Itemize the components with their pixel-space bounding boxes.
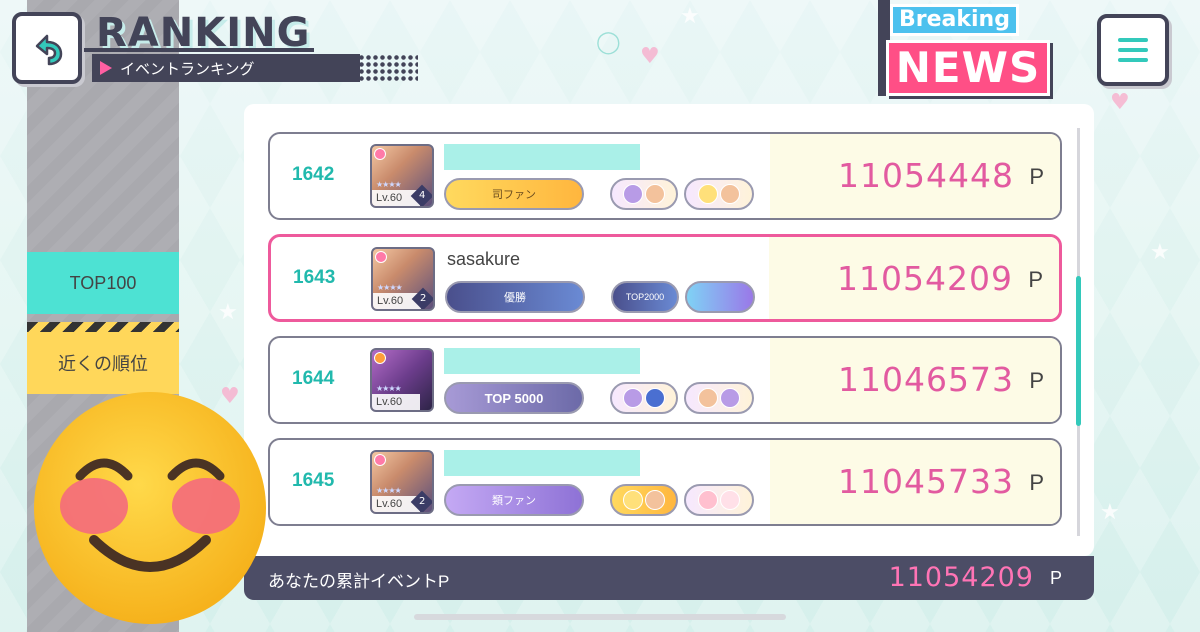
- ranking-row[interactable]: 1644 ★★★★ Lv.60 TOP 5000 11046573 P: [268, 336, 1062, 424]
- rank-number: 1644: [292, 368, 335, 389]
- star-decoration: ★: [680, 4, 700, 29]
- avatar[interactable]: ★★★★ Lv.60 2: [370, 450, 434, 514]
- heart-badge-icon: [374, 352, 386, 364]
- honor-title: TOP 5000: [444, 382, 584, 414]
- tab-nearby-rank[interactable]: 近くの順位: [27, 322, 179, 394]
- player-name-redacted: [444, 348, 640, 374]
- tab-top100[interactable]: TOP100: [27, 252, 179, 314]
- circle-decoration: ◯: [596, 30, 621, 55]
- event-points: 11045733: [838, 462, 1014, 501]
- scrollbar-thumb[interactable]: [1076, 276, 1081, 426]
- player-name-redacted: [444, 144, 640, 170]
- star-decoration: ★: [1100, 500, 1120, 525]
- rarity-stars-icon: ★★★★: [376, 180, 402, 189]
- heart-decoration: ♥: [1110, 90, 1130, 115]
- news-label: NEWS: [886, 40, 1050, 96]
- player-level: Lv.60: [372, 394, 420, 410]
- honor-sub-title: [610, 484, 678, 516]
- rarity-stars-icon: ★★★★: [376, 384, 402, 393]
- ranking-row[interactable]: 1645 ★★★★ Lv.60 2 類ファン 11045733 P: [268, 438, 1062, 526]
- dot-pattern: [358, 54, 418, 82]
- honor-sub-title: [685, 281, 755, 313]
- event-points: 11054448: [838, 156, 1014, 195]
- page-subtitle: イベントランキング: [120, 60, 255, 78]
- rank-number: 1642: [292, 164, 335, 185]
- hamburger-menu-icon: [1118, 48, 1148, 52]
- hamburger-menu-icon: [1118, 58, 1148, 62]
- hamburger-menu-icon: [1118, 38, 1148, 42]
- smiling-face-emoji-icon: [34, 392, 266, 624]
- honor-sub-title: [684, 178, 754, 210]
- my-points-footer: あなたの累計イベントP 11054209 P: [244, 556, 1094, 600]
- points-unit: P: [1028, 267, 1043, 292]
- honor-title: 優勝: [445, 281, 585, 313]
- points-unit: P: [1029, 164, 1044, 189]
- points-unit: P: [1029, 470, 1044, 495]
- honor-title: 類ファン: [444, 484, 584, 516]
- avatar[interactable]: ★★★★ Lv.60 4: [370, 144, 434, 208]
- page-subtitle-bar: イベントランキング: [92, 54, 360, 82]
- honor-sub-title: TOP2000: [611, 281, 679, 313]
- attribute-badge-icon: [375, 251, 387, 263]
- back-arrow-icon: [35, 34, 63, 66]
- attribute-badge-icon: [374, 454, 386, 466]
- honor-sub-title: [610, 178, 678, 210]
- points-unit: P: [1049, 568, 1062, 588]
- play-triangle-icon: [100, 61, 112, 75]
- star-decoration: ★: [1150, 240, 1170, 265]
- honor-title: 司ファン: [444, 178, 584, 210]
- event-points: 11046573: [838, 360, 1014, 399]
- star-decoration: ★: [218, 300, 238, 325]
- rarity-stars-icon: ★★★★: [377, 283, 403, 292]
- player-name-redacted: [444, 450, 640, 476]
- rarity-stars-icon: ★★★★: [376, 486, 402, 495]
- ranking-row-self[interactable]: 1643 ★★★★ Lv.60 2 sasakure 優勝 TOP2000 11…: [268, 234, 1062, 322]
- rank-number: 1645: [292, 470, 335, 491]
- my-points-label: あなたの累計イベントP: [268, 572, 450, 591]
- event-points: 11054209: [837, 259, 1013, 298]
- heart-decoration: ♥: [640, 44, 660, 69]
- player-name: sasakure: [447, 249, 521, 269]
- ranking-row[interactable]: 1642 ★★★★ Lv.60 4 司ファン 11054448 P: [268, 132, 1062, 220]
- honor-sub-title: [684, 484, 754, 516]
- my-points-total: 11054209: [888, 562, 1034, 593]
- home-indicator[interactable]: [414, 614, 786, 620]
- breaking-news-button[interactable]: Breaking NEWS: [868, 0, 1058, 100]
- honor-sub-title: [610, 382, 678, 414]
- attribute-badge-icon: [374, 148, 386, 160]
- title-underline: [84, 48, 314, 52]
- menu-button[interactable]: [1097, 14, 1169, 86]
- honor-sub-title: [684, 382, 754, 414]
- points-unit: P: [1029, 368, 1044, 393]
- back-button[interactable]: [12, 12, 82, 84]
- news-breaking-label: Breaking: [890, 4, 1019, 36]
- rank-number: 1643: [293, 267, 336, 288]
- avatar[interactable]: ★★★★ Lv.60: [370, 348, 434, 412]
- avatar[interactable]: ★★★★ Lv.60 2: [371, 247, 435, 311]
